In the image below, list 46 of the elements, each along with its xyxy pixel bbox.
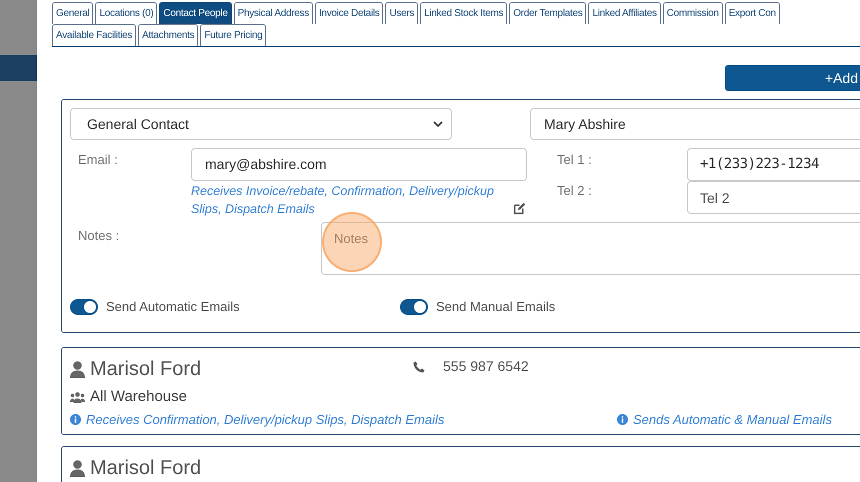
tel-1-field[interactable]: +1(233)223-1234	[687, 148, 860, 181]
tab[interactable]: Linked Affiliates	[588, 2, 661, 24]
notes-field[interactable]: Notes	[321, 222, 860, 275]
person-icon	[70, 360, 85, 378]
email-label: Email :	[77, 151, 119, 169]
tab[interactable]: Physical Address	[234, 2, 313, 24]
email-notification-note: Receives Invoice/rebate, Confirmation, Delivery/pickup Slips, Dispatch Emails	[191, 183, 495, 218]
toggle-label: Send Manual Emails	[436, 298, 556, 316]
sidebar-highlight	[0, 55, 37, 81]
info-icon	[70, 414, 81, 425]
tab[interactable]: Users	[385, 2, 418, 24]
add-button[interactable]: +Add	[725, 65, 860, 91]
contact-group: All Warehouse	[90, 386, 187, 408]
toggle-switch[interactable]	[400, 298, 428, 315]
chevron-down-icon	[433, 120, 443, 128]
tab[interactable]: Contact People	[159, 2, 232, 24]
person-icon	[70, 460, 85, 476]
name-field[interactable]: Mary Abshire	[530, 108, 860, 140]
tab[interactable]: Export Con	[724, 2, 780, 24]
toggle-label: Send Automatic Emails	[106, 298, 240, 316]
info-icon	[617, 414, 628, 425]
phone-number: 555 987 6542	[443, 357, 529, 376]
contact-type-value: General Contact	[87, 114, 189, 134]
notes-label: Notes :	[77, 227, 120, 245]
tab[interactable]: Future Pricing	[200, 24, 266, 46]
tab[interactable]: General	[52, 2, 94, 24]
tab[interactable]: Commission	[662, 2, 723, 24]
tel-1-label: Tel 1 :	[557, 151, 593, 169]
sends-note: Sends Automatic & Manual Emails	[633, 410, 832, 428]
tab[interactable]: Available Facilities	[52, 24, 136, 46]
contact-type-select[interactable]: General Contact	[70, 108, 452, 140]
contact-name: Marisol Ford	[90, 456, 202, 481]
tel-2-field[interactable]: Tel 2	[687, 181, 860, 214]
email-field[interactable]: mary@abshire.com	[191, 148, 527, 181]
tab[interactable]: Locations (0)	[95, 2, 158, 24]
contact-name: Marisol Ford	[90, 357, 202, 382]
tab[interactable]: Invoice Details	[314, 2, 384, 24]
toggle-switch[interactable]	[70, 298, 98, 315]
tab[interactable]: Linked Stock Items	[420, 2, 508, 24]
tab[interactable]: Order Templates	[509, 2, 586, 24]
tel-2-label: Tel 2 :	[557, 182, 593, 200]
edit-icon[interactable]	[513, 202, 526, 215]
tab[interactable]: Attachments	[138, 24, 198, 46]
phone-icon	[413, 360, 425, 372]
people-group-icon	[70, 392, 85, 403]
receives-note: Receives Confirmation, Delivery/pickup Slips, Dispatch Emails	[86, 410, 444, 429]
